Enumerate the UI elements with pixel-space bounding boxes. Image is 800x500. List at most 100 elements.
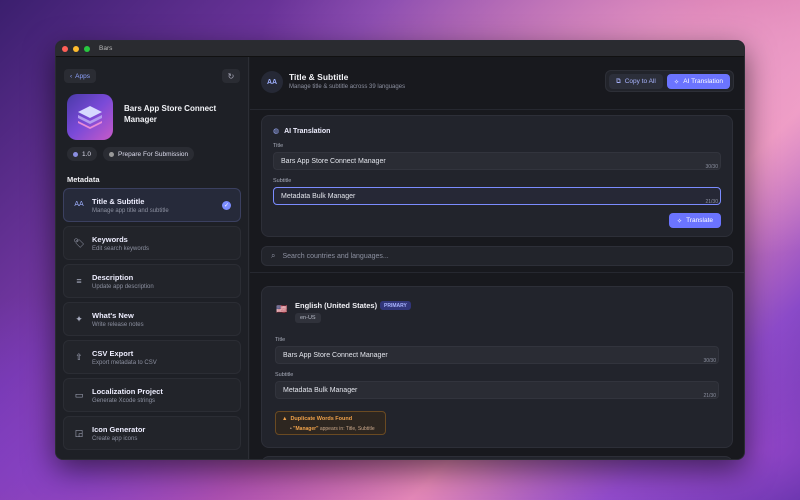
version-dot-icon [73, 151, 78, 157]
language-name: English (United States) [295, 301, 378, 310]
text-lines-icon: ≡ [76, 276, 82, 286]
sidebar-item-csv-export[interactable]: ⇧ CSV Export Export metadata to CSV [63, 340, 241, 374]
sidebar-item-whats-new[interactable]: ✦ What's New Write release notes [63, 302, 241, 336]
status-badge: Prepare For Submission [103, 147, 195, 161]
language-card-next [261, 456, 733, 459]
ai-title-counter: 30/30 [705, 164, 718, 170]
sidebar-item-description[interactable]: ≡ Description Update app description [63, 264, 241, 298]
copy-icon: ⧉ [616, 77, 621, 85]
sidebar-item-subtitle: Export metadata to CSV [92, 360, 157, 366]
sidebar-item-label: Description [92, 273, 134, 282]
sidebar-item-subtitle: Generate Xcode strings [92, 398, 156, 404]
text-size-icon: AA [261, 71, 283, 93]
back-label: Apps [75, 72, 90, 80]
title-bar: Bars [56, 41, 744, 57]
sidebar-nav: AA Title & Subtitle Manage app title and… [63, 188, 241, 454]
main-content: AA Title & Subtitle Manage title & subti… [250, 57, 744, 459]
ai-translation-label: AI Translation [683, 78, 723, 85]
page-header: AA Title & Subtitle Manage title & subti… [250, 57, 744, 109]
sidebar-item-subtitle: Update app description [92, 284, 154, 290]
duplicate-words-warning: ▲ Duplicate Words Found • "Manager" appe… [275, 411, 386, 435]
sidebar-item-keywords[interactable]: 🏷 Keywords Edit search keywords [63, 226, 241, 260]
search-divider [250, 272, 744, 273]
sparkles-icon: ✧ [676, 217, 683, 225]
lang-title-counter: 30/30 [703, 358, 716, 364]
sidebar-item-subtitle: Create app icons [92, 436, 138, 442]
status-text: Prepare For Submission [118, 150, 189, 158]
version-text: 1.0 [82, 150, 92, 158]
ai-title-input[interactable]: Bars App Store Connect Manager [273, 152, 721, 170]
translate-button[interactable]: ✧ Translate [668, 213, 721, 228]
app-icon [67, 94, 113, 140]
lang-subtitle-counter: 21/30 [703, 393, 716, 399]
sidebar-item-label: Title & Subtitle [92, 197, 145, 206]
sidebar-item-label: Keywords [92, 235, 128, 244]
warning-title-text: Duplicate Words Found [290, 416, 353, 422]
sidebar-item-icon-generator[interactable]: ◲ Icon Generator Create app icons [63, 416, 241, 450]
app-name: Bars App Store Connect Manager [124, 104, 217, 124]
sidebar: ‹ Apps ↻ Bars App Store Connect Manager … [56, 57, 249, 459]
lang-subtitle-value: Metadata Bulk Manager [283, 386, 358, 394]
stack-layers-icon [78, 106, 102, 129]
language-card-en-us: 🇺🇸 English (United States) PRIMARY en-US… [261, 286, 733, 448]
folder-icon: ▭ [74, 390, 84, 400]
copy-to-all-button[interactable]: ⧉ Copy to All [609, 74, 663, 89]
close-window-button[interactable] [62, 45, 68, 52]
window-title: Bars [99, 45, 113, 52]
sidebar-item-subtitle: Edit search keywords [92, 246, 150, 252]
copy-to-all-label: Copy to All [624, 78, 656, 85]
ai-subtitle-value: Metadata Bulk Manager [281, 192, 356, 200]
sidebar-item-title-subtitle[interactable]: AA Title & Subtitle Manage app title and… [63, 188, 241, 222]
sidebar-item-subtitle: Write release notes [92, 322, 144, 328]
back-to-apps-button[interactable]: ‹ Apps [64, 69, 96, 83]
language-search-input[interactable]: ⌕ Search countries and languages... [261, 246, 733, 266]
lang-subtitle-label: Subtitle [275, 372, 294, 378]
header-actions: ⧉ Copy to All ✧ AI Translation [605, 70, 734, 92]
subtitle-field-label: Subtitle [273, 178, 292, 184]
locale-badge: en-US [295, 313, 321, 323]
tag-icon: 🏷 [73, 238, 85, 248]
ai-subtitle-counter: 21/30 [705, 199, 718, 205]
ai-subtitle-input[interactable]: Metadata Bulk Manager [273, 187, 721, 205]
chevron-left-icon: ‹ [70, 72, 73, 80]
warning-icon: ▲ [282, 416, 288, 422]
page-title: Title & Subtitle [289, 72, 349, 82]
search-placeholder: Search countries and languages... [282, 252, 389, 260]
lang-title-value: Bars App Store Connect Manager [283, 351, 388, 359]
lang-title-input[interactable]: Bars App Store Connect Manager [275, 346, 719, 364]
us-flag-icon: 🇺🇸 [276, 304, 288, 314]
sparkles-icon: ✧ [673, 78, 680, 86]
checkmark-icon: ✓ [222, 201, 231, 210]
lang-title-label: Title [275, 337, 286, 343]
share-icon: ⇧ [75, 352, 83, 362]
metadata-section-label: Metadata [67, 175, 100, 184]
warning-detail: • "Manager" appears in: Title, Subtitle [290, 426, 375, 432]
sidebar-item-subtitle: Manage app title and subtitle [92, 208, 169, 214]
header-divider [250, 109, 744, 110]
sidebar-item-label: Icon Generator [92, 425, 146, 434]
globe-icon: ◍ [273, 128, 280, 135]
lang-subtitle-input[interactable]: Metadata Bulk Manager [275, 381, 719, 399]
text-size-icon: AA [74, 201, 84, 208]
warning-title: ▲ Duplicate Words Found [282, 416, 352, 422]
ai-translation-card: ◍ AI Translation Title Bars App Store Co… [261, 115, 733, 237]
ai-translation-heading: ◍ AI Translation [273, 127, 331, 136]
refresh-button[interactable]: ↻ [222, 69, 240, 83]
zoom-window-button[interactable] [84, 45, 90, 52]
refresh-icon: ↻ [227, 71, 235, 81]
sparkles-icon: ✦ [75, 314, 83, 324]
version-badge: 1.0 [67, 147, 98, 161]
ai-title-value: Bars App Store Connect Manager [281, 157, 386, 165]
search-icon: ⌕ [271, 251, 276, 260]
page-subtitle: Manage title & subtitle across 39 langua… [289, 84, 406, 90]
ai-translation-button[interactable]: ✧ AI Translation [666, 74, 730, 89]
warning-text: appears in: Title, Subtitle [319, 426, 375, 432]
title-field-label: Title [273, 143, 284, 149]
app-window: Bars ‹ Apps ↻ Bars App Store Connect Man… [55, 40, 745, 460]
minimize-window-button[interactable] [73, 45, 79, 52]
ai-card-title: AI Translation [284, 127, 331, 135]
sidebar-item-localization-project[interactable]: ▭ Localization Project Generate Xcode st… [63, 378, 241, 412]
primary-badge: PRIMARY [380, 301, 411, 310]
status-dot-icon [109, 151, 115, 157]
warning-word: "Manager" [293, 426, 319, 432]
